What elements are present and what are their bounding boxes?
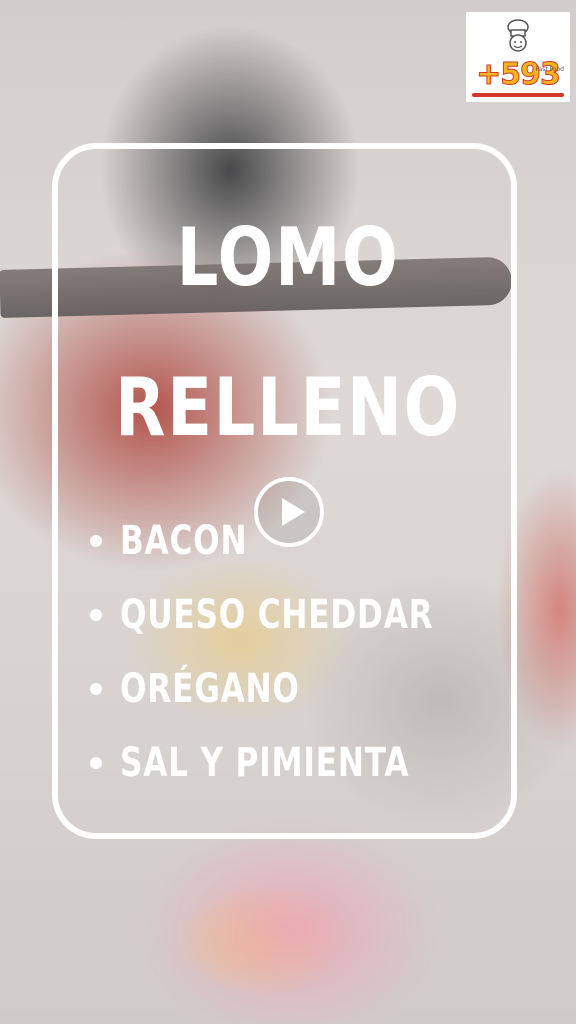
ingredient-label: SAL Y PIMIENTA <box>120 740 410 786</box>
title-line-1: LOMO <box>176 211 400 304</box>
bullet-icon <box>90 535 102 547</box>
logo-tagline: Fast Food <box>535 66 564 73</box>
logo-ribbon <box>472 93 564 97</box>
list-item: QUESO CHEDDAR <box>90 578 522 652</box>
logo-brand-text: +593 <box>476 57 562 92</box>
ingredient-label: QUESO CHEDDAR <box>120 592 434 638</box>
bullet-icon <box>90 757 102 769</box>
list-item: SAL Y PIMIENTA <box>90 726 522 800</box>
bullet-icon <box>90 683 102 695</box>
bullet-icon <box>90 609 102 621</box>
chef-hat-icon <box>507 19 529 52</box>
list-item: BACON <box>90 504 522 578</box>
ingredient-label: BACON <box>120 518 248 564</box>
brand-logo: +593 Fast Food <box>466 12 570 102</box>
list-item: ORÉGANO <box>90 652 522 726</box>
ingredient-label: ORÉGANO <box>120 666 300 712</box>
title-line-2: RELLENO <box>115 361 461 454</box>
ingredient-list: BACON QUESO CHEDDAR ORÉGANO SAL Y PIMIEN… <box>90 504 522 800</box>
